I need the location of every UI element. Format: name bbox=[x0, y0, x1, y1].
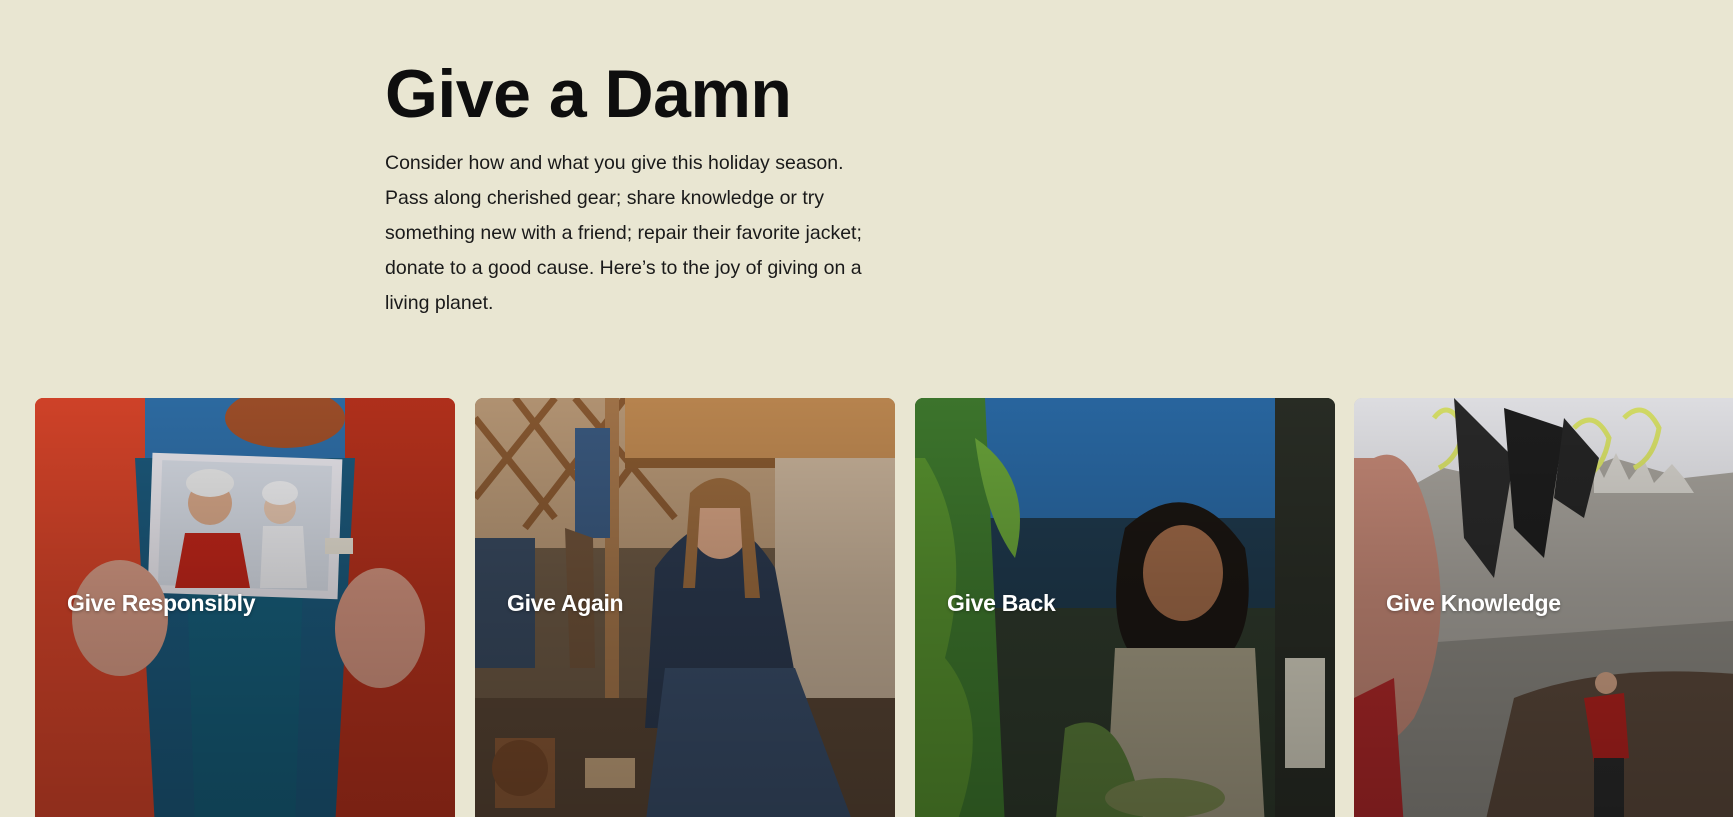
card-give-knowledge[interactable]: Give Knowledge bbox=[1354, 398, 1733, 817]
card-label: Give Responsibly bbox=[67, 590, 256, 616]
hero-description: Consider how and what you give this holi… bbox=[385, 152, 862, 314]
card-label: Give Again bbox=[507, 590, 624, 616]
card-give-responsibly[interactable]: Give Responsibly bbox=[35, 398, 455, 817]
page-title: Give a Damn bbox=[385, 56, 792, 132]
card-give-back[interactable]: Give Back bbox=[915, 398, 1335, 817]
card-label: Give Back bbox=[947, 590, 1056, 616]
card-carousel: Give Responsibly Give Again Give Back Gi… bbox=[35, 398, 1733, 817]
hero-section: Give a Damn Consider how and what you gi… bbox=[385, 54, 905, 321]
card-label: Give Knowledge bbox=[1386, 590, 1561, 616]
card-give-again[interactable]: Give Again bbox=[475, 398, 895, 817]
